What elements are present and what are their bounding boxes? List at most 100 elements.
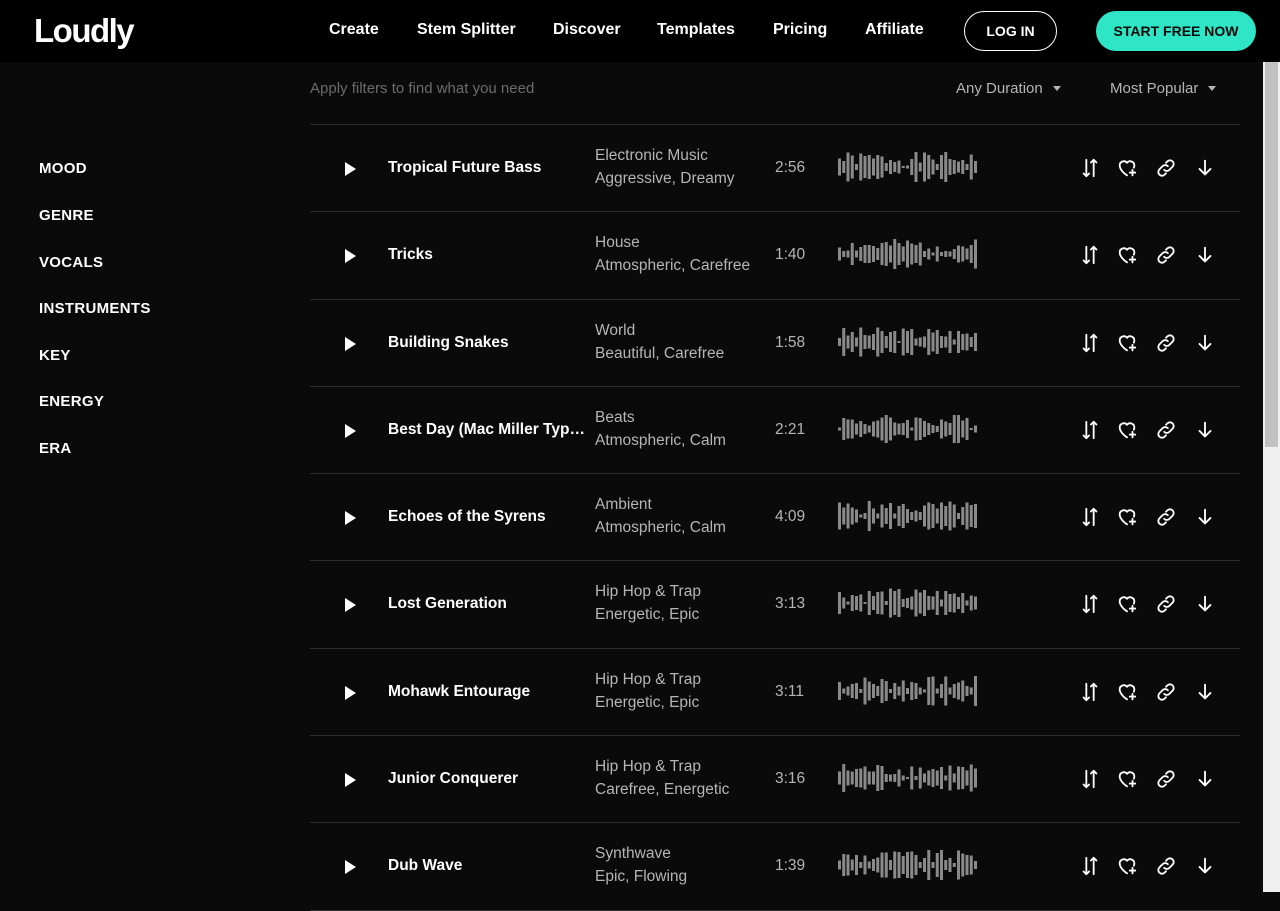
- waveform[interactable]: [838, 762, 978, 794]
- link-icon[interactable]: [1155, 332, 1177, 354]
- play-icon[interactable]: [345, 860, 356, 875]
- play-icon[interactable]: [345, 336, 356, 351]
- scrollbar-thumb[interactable]: [1265, 62, 1278, 447]
- waveform-bar: [863, 677, 867, 705]
- stems-icon[interactable]: [1079, 419, 1101, 441]
- track-title[interactable]: Building Snakes: [388, 334, 586, 352]
- stems-icon[interactable]: [1079, 593, 1101, 615]
- nav-stem-splitter[interactable]: Stem Splitter: [417, 21, 516, 39]
- sidebar-item-energy[interactable]: ENERGY: [39, 393, 104, 410]
- download-icon[interactable]: [1194, 768, 1216, 790]
- nav-create[interactable]: Create: [329, 21, 379, 39]
- play-icon[interactable]: [345, 598, 356, 613]
- stems-icon[interactable]: [1079, 681, 1101, 703]
- play-icon[interactable]: [345, 162, 356, 176]
- track-title[interactable]: Tricks: [388, 246, 586, 264]
- play-icon[interactable]: [345, 249, 356, 264]
- track-title[interactable]: Tropical Future Bass: [388, 159, 586, 177]
- heart-plus-icon[interactable]: [1116, 244, 1138, 266]
- heart-plus-icon[interactable]: [1116, 768, 1138, 790]
- nav-templates[interactable]: Templates: [657, 21, 735, 39]
- download-icon[interactable]: [1194, 332, 1216, 354]
- sidebar-item-mood[interactable]: MOOD: [39, 160, 87, 177]
- waveform[interactable]: [838, 413, 978, 445]
- waveform-bar: [923, 420, 926, 437]
- sidebar-item-era[interactable]: ERA: [39, 440, 72, 457]
- link-icon[interactable]: [1155, 768, 1177, 790]
- track-row[interactable]: Junior Conquerer Hip Hop & Trap Carefree…: [310, 736, 1240, 824]
- link-icon[interactable]: [1155, 855, 1177, 877]
- download-icon[interactable]: [1194, 244, 1216, 266]
- stems-icon[interactable]: [1079, 506, 1101, 528]
- waveform[interactable]: [838, 238, 978, 270]
- link-icon[interactable]: [1155, 419, 1177, 441]
- play-icon[interactable]: [345, 685, 356, 700]
- track-row[interactable]: Tropical Future Bass Electronic Music Ag…: [310, 125, 1240, 213]
- nav-discover[interactable]: Discover: [553, 21, 621, 39]
- stems-icon[interactable]: [1079, 157, 1101, 179]
- loudly-logo[interactable]: Loudly: [34, 12, 135, 50]
- download-icon[interactable]: [1194, 593, 1216, 615]
- track-title[interactable]: Best Day (Mac Miller Type Beat): [388, 421, 586, 439]
- waveform[interactable]: [838, 587, 978, 619]
- sidebar-item-genre[interactable]: GENRE: [39, 207, 94, 224]
- heart-plus-icon[interactable]: [1116, 332, 1138, 354]
- stems-icon[interactable]: [1079, 244, 1101, 266]
- track-title[interactable]: Dub Wave: [388, 857, 586, 875]
- track-title[interactable]: Mohawk Entourage: [388, 683, 586, 701]
- waveform-bar: [855, 855, 858, 876]
- waveform-bar: [838, 158, 841, 176]
- waveform-bar: [965, 502, 969, 530]
- waveform-bar: [897, 769, 901, 787]
- track-row[interactable]: Lost Generation Hip Hop & Trap Energetic…: [310, 561, 1240, 649]
- track-title[interactable]: Junior Conquerer: [388, 770, 586, 788]
- track-row[interactable]: Tricks House Atmospheric, Carefree 1:40: [310, 212, 1240, 300]
- sort-dropdown[interactable]: Most Popular: [1110, 80, 1217, 97]
- waveform-bar: [842, 854, 846, 877]
- heart-plus-icon[interactable]: [1116, 506, 1138, 528]
- heart-plus-icon[interactable]: [1116, 593, 1138, 615]
- track-row[interactable]: Mohawk Entourage Hip Hop & Trap Energeti…: [310, 649, 1240, 737]
- heart-plus-icon[interactable]: [1116, 681, 1138, 703]
- waveform[interactable]: [838, 675, 978, 707]
- nav-affiliate[interactable]: Affiliate: [865, 21, 924, 39]
- waveform[interactable]: [838, 849, 978, 881]
- stems-icon[interactable]: [1079, 768, 1101, 790]
- download-icon[interactable]: [1194, 681, 1216, 703]
- link-icon[interactable]: [1155, 593, 1177, 615]
- nav-pricing[interactable]: Pricing: [773, 21, 827, 39]
- track-title[interactable]: Echoes of the Syrens: [388, 508, 586, 526]
- play-icon[interactable]: [345, 511, 356, 526]
- waveform-bar: [855, 509, 858, 523]
- waveform[interactable]: [838, 151, 978, 183]
- track-row[interactable]: Best Day (Mac Miller Type Beat) Beats At…: [310, 387, 1240, 475]
- track-row[interactable]: Building Snakes World Beautiful, Carefre…: [310, 300, 1240, 387]
- play-icon[interactable]: [345, 773, 356, 788]
- sidebar-item-vocals[interactable]: VOCALS: [39, 254, 103, 271]
- stems-icon[interactable]: [1079, 332, 1101, 354]
- link-icon[interactable]: [1155, 244, 1177, 266]
- track-title[interactable]: Lost Generation: [388, 595, 586, 613]
- download-icon[interactable]: [1194, 506, 1216, 528]
- sidebar-item-key[interactable]: KEY: [39, 347, 71, 364]
- download-icon[interactable]: [1194, 419, 1216, 441]
- link-icon[interactable]: [1155, 506, 1177, 528]
- heart-plus-icon[interactable]: [1116, 855, 1138, 877]
- track-row[interactable]: Echoes of the Syrens Ambient Atmospheric…: [310, 474, 1240, 562]
- link-icon[interactable]: [1155, 681, 1177, 703]
- waveform-bar: [893, 682, 897, 699]
- stems-icon[interactable]: [1079, 855, 1101, 877]
- heart-plus-icon[interactable]: [1116, 419, 1138, 441]
- heart-plus-icon[interactable]: [1116, 157, 1138, 179]
- link-icon[interactable]: [1155, 157, 1177, 179]
- login-button[interactable]: LOG IN: [964, 11, 1057, 51]
- waveform[interactable]: [838, 500, 978, 532]
- duration-dropdown[interactable]: Any Duration: [956, 80, 1061, 97]
- sidebar-item-instruments[interactable]: INSTRUMENTS: [39, 300, 151, 317]
- download-icon[interactable]: [1194, 855, 1216, 877]
- download-icon[interactable]: [1194, 157, 1216, 179]
- start-free-button[interactable]: START FREE NOW: [1096, 11, 1256, 51]
- waveform[interactable]: [838, 326, 978, 358]
- play-icon[interactable]: [345, 423, 356, 438]
- track-row[interactable]: Dub Wave Synthwave Epic, Flowing 1:39: [310, 823, 1240, 911]
